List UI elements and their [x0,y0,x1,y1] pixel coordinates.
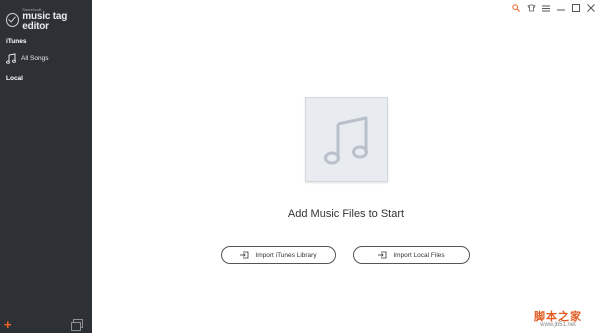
skin-icon[interactable] [526,3,536,13]
empty-state-headline: Add Music Files to Start [287,208,405,220]
watermark-text: 脚本之家 [534,310,582,323]
sidebar: Sweetsoft music tag editor iTunes All So… [0,0,92,333]
import-local-button[interactable]: Import Local Files [353,246,470,264]
import-itunes-button[interactable]: Import iTunes Library [221,246,336,264]
sidebar-item-label: All Songs [21,55,49,62]
minimize-icon[interactable] [556,3,566,13]
import-icon [378,251,387,259]
search-icon[interactable] [511,3,521,13]
music-note-icon [6,53,16,64]
close-icon[interactable] [586,3,596,13]
copy-icon[interactable] [71,319,83,331]
watermark: 脚本之家 www.jb51.net [534,311,582,328]
app-logo: Sweetsoft music tag editor [6,8,92,32]
import-local-label: Import Local Files [393,251,445,259]
import-icon [240,251,249,259]
menu-icon[interactable] [541,3,551,13]
check-circle-icon [6,13,20,27]
import-itunes-label: Import iTunes Library [255,251,317,259]
sidebar-item-all-songs[interactable]: All Songs [6,53,48,64]
maximize-icon[interactable] [571,3,581,13]
window-controls [511,0,600,16]
music-note-icon [323,116,368,164]
sidebar-section-local: Local [6,75,23,82]
watermark-url: www.jb51.net [540,322,576,328]
sidebar-section-itunes: iTunes [6,38,27,45]
add-icon[interactable]: + [4,318,12,331]
brand-name: music tag editor [22,11,68,32]
music-placeholder [305,97,388,182]
